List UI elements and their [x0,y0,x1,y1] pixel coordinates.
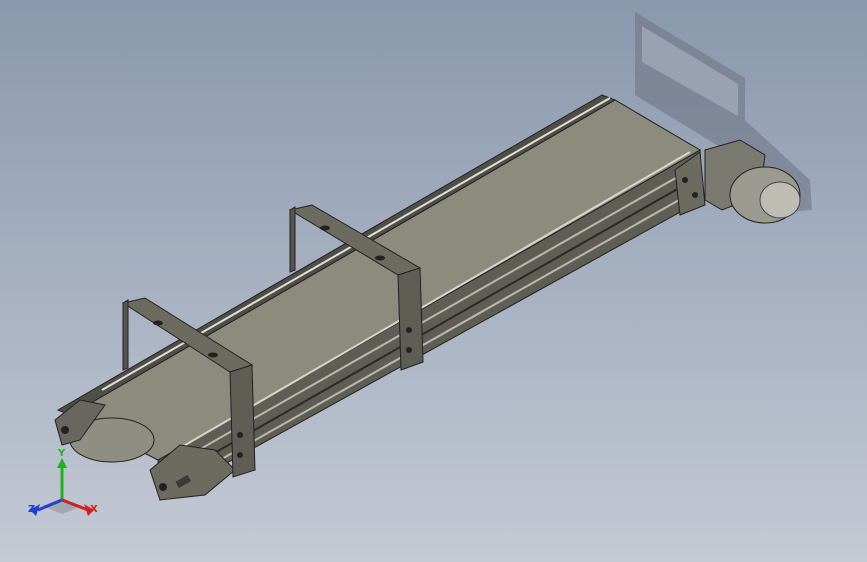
support-bracket-1-rear-leg [122,299,129,371]
support-bracket-1-front-leg [229,364,256,478]
bracket-bolt [406,347,412,353]
head-plate-bolt [692,192,698,198]
graphics-viewport[interactable]: Y X Z [0,0,867,562]
motor-end-cap [759,181,801,219]
bracket-bolt [406,327,412,333]
x-axis-label: X [90,504,98,515]
bracket-bolt [237,432,243,438]
tail-plate-hole [159,483,167,491]
bracket-hole [153,320,163,326]
bracket-bolt [237,452,243,458]
bracket-hole [320,225,330,231]
triad-graphic [30,458,94,516]
z-axis-label: Z [28,504,36,515]
orientation-triad[interactable]: Y X Z [22,448,112,528]
tail-plate-hole [61,426,69,434]
model-view[interactable] [0,0,867,562]
support-bracket-2-front-leg [397,267,424,371]
support-bracket-2-rear-leg [289,206,296,273]
bracket-hole [208,352,218,358]
belt-surface [68,99,701,461]
y-axis-label: Y [58,448,66,459]
head-plate-bolt [682,177,688,183]
y-axis-arrow [57,458,67,468]
bracket-hole [375,255,385,261]
